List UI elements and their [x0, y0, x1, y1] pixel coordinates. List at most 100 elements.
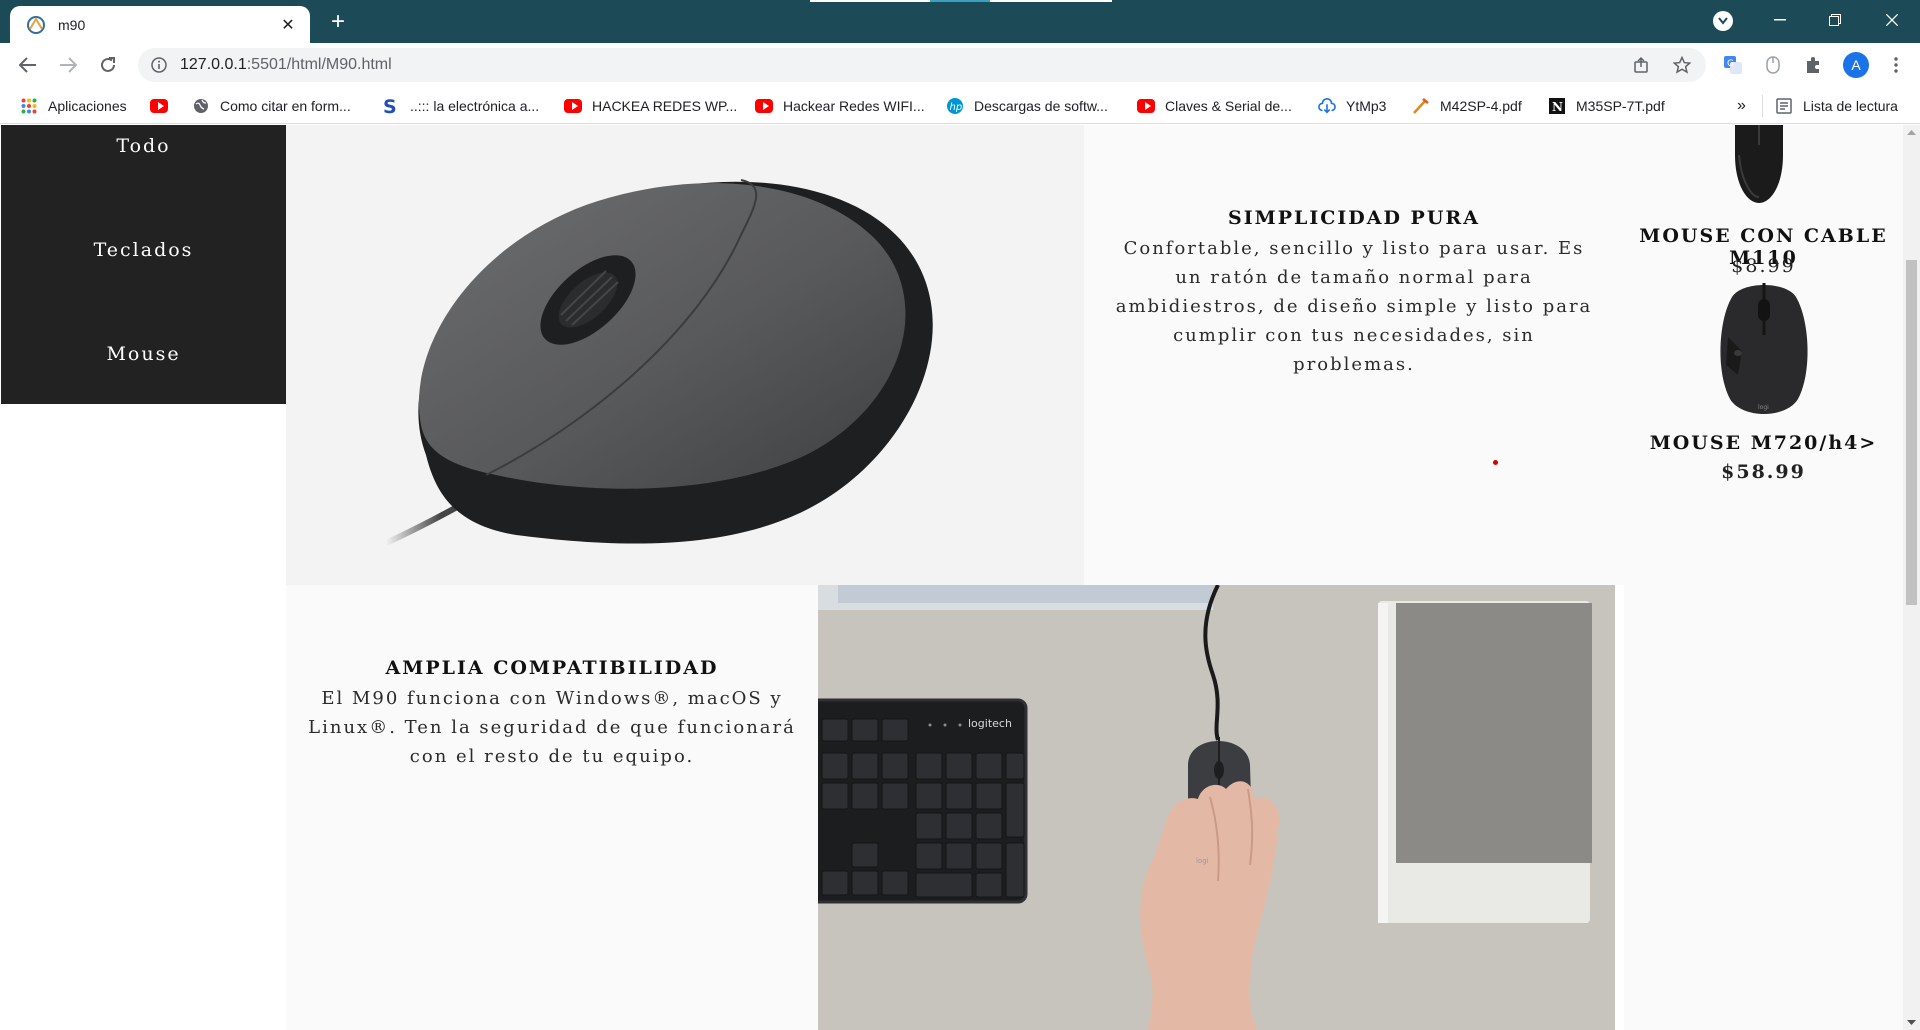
logi-mouse-mark: logi: [1196, 857, 1209, 865]
web-page: Todo Teclados Mouse SIMPLICIDAD PURA Con…: [0, 125, 1903, 1030]
vscode-live-icon: [26, 15, 46, 35]
feature-description: Confortable, sencillo y listo para usar.…: [1084, 234, 1624, 379]
category-sidebar: Todo Teclados Mouse: [1, 125, 286, 404]
notion-icon: N: [1548, 98, 1566, 114]
bookmark-apps[interactable]: Aplicaciones: [20, 95, 127, 117]
tab-drag-indicator-accent: [930, 0, 990, 2]
bookmark-label: Como citar en form...: [220, 98, 351, 114]
feature-line: con el resto de tu equipo.: [409, 746, 695, 767]
bookmark-descargas[interactable]: hp Descargas de softw...: [946, 95, 1108, 117]
pdf-tool-icon: [1412, 98, 1430, 114]
bookmark-label: M35SP-7T.pdf: [1576, 98, 1665, 114]
bookmark-label: ..::: la electrónica a...: [410, 98, 540, 114]
logitech-keyboard-logo: logitech: [968, 717, 1012, 730]
bookmark-label: Claves & Serial de...: [1165, 98, 1292, 114]
tab-drag-indicator-end: [990, 0, 1112, 2]
translate-extension-icon[interactable]: G: [1721, 53, 1745, 77]
minimize-window-icon[interactable]: [1760, 4, 1800, 36]
youtube-icon: [150, 98, 168, 114]
youtube-icon: [755, 98, 773, 114]
bookmarks-divider: [1762, 95, 1763, 117]
youtube-icon: [1137, 98, 1155, 114]
restore-window-icon[interactable]: [1815, 4, 1855, 36]
tab-title: m90: [58, 16, 86, 33]
profile-avatar[interactable]: A: [1843, 52, 1869, 78]
tab-strip: m90 ✕ +: [0, 0, 1920, 43]
close-tab-icon[interactable]: ✕: [278, 15, 298, 35]
feature-line: El M90 funciona con Windows®, macOS y: [321, 688, 783, 709]
sidebar-item-todo[interactable]: Todo: [1, 135, 286, 157]
feature-title: SIMPLICIDAD PURA: [1228, 207, 1480, 229]
mouse-m720-image[interactable]: logi: [1712, 277, 1816, 421]
back-icon[interactable]: [12, 49, 44, 81]
browser-tab[interactable]: m90 ✕: [10, 6, 310, 43]
url-host: 127.0.0.1: [180, 56, 247, 73]
svg-text:S: S: [383, 97, 397, 115]
feature-line: cumplir con tus necesidades, sin: [1173, 325, 1535, 346]
feature-description: El M90 funciona con Windows®, macOS y Li…: [286, 684, 818, 771]
feature-compatibilidad: AMPLIA COMPATIBILIDAD El M90 funciona co…: [286, 585, 818, 1030]
tab-drag-indicator: [810, 0, 930, 2]
feature-title: AMPLIA COMPATIBILIDAD: [385, 657, 719, 679]
reload-icon[interactable]: [92, 49, 124, 81]
tab-search-icon[interactable]: [1713, 11, 1733, 31]
bookmark-label: M42SP-4.pdf: [1440, 98, 1522, 114]
bookmark-citar[interactable]: Como citar en form...: [192, 95, 351, 117]
more-menu-icon[interactable]: [1884, 53, 1908, 77]
s-logo-icon: S: [382, 97, 400, 115]
page-scrollbar[interactable]: [1903, 125, 1920, 1030]
scrollbar-thumb[interactable]: [1906, 260, 1917, 605]
bookmark-star-icon[interactable]: [1672, 55, 1692, 75]
bookmark-ytmp3[interactable]: YtMp3: [1318, 95, 1386, 117]
mouse-m110-image[interactable]: [1729, 125, 1789, 205]
product-price: $58.99: [1721, 461, 1806, 483]
bookmark-hackea-redes[interactable]: HACKEA REDES WP...: [564, 95, 737, 117]
youtube-icon: [564, 98, 582, 114]
url-text: 127.0.0.1:5501/html/M90.html: [180, 56, 392, 74]
feature-line: problemas.: [1293, 354, 1415, 375]
hp-icon: hp: [946, 98, 964, 114]
bookmark-label: HACKEA REDES WP...: [592, 98, 738, 114]
new-tab-button[interactable]: +: [324, 9, 352, 37]
bookmarks-bar: Aplicaciones Como citar en form... S ..:…: [0, 87, 1920, 124]
sidebar-item-mouse[interactable]: Mouse: [1, 343, 286, 365]
site-info-icon[interactable]: [150, 56, 168, 74]
close-window-icon[interactable]: [1872, 4, 1912, 36]
reading-list-button[interactable]: Lista de lectura: [1775, 95, 1898, 117]
reading-list-label: Lista de lectura: [1803, 98, 1898, 114]
feature-line: Linux®. Ten la seguridad de que funciona…: [308, 717, 796, 738]
product-price: $8.99: [1731, 255, 1796, 277]
bookmark-claves[interactable]: Claves & Serial de...: [1137, 95, 1292, 117]
bookmark-electronica[interactable]: S ..::: la electrónica a...: [382, 95, 539, 117]
globe-icon: [192, 98, 210, 114]
sidebar-item-teclados[interactable]: Teclados: [1, 239, 286, 261]
bookmark-label: Aplicaciones: [48, 98, 127, 114]
bookmark-youtube[interactable]: [150, 95, 178, 117]
forward-icon[interactable]: [52, 49, 84, 81]
browser-toolbar: 127.0.0.1:5501/html/M90.html G A: [0, 43, 1920, 87]
desk-setup-image: logitech logi: [818, 585, 1615, 1030]
scroll-up-arrow-icon[interactable]: [1907, 128, 1916, 137]
product-name[interactable]: MOUSE M720/h4>: [1624, 432, 1903, 454]
related-products: MOUSE CON CABLE M110 $8.99 logi MOUSE M7…: [1624, 125, 1903, 1030]
feature-line: un ratón de tamaño normal para: [1175, 267, 1533, 288]
feature-line: Confortable, sencillo y listo para usar.…: [1123, 238, 1585, 259]
mouse-extension-icon[interactable]: [1761, 53, 1785, 77]
svg-text:hp: hp: [950, 102, 963, 113]
bookmark-m42sp[interactable]: M42SP-4.pdf: [1412, 95, 1522, 117]
bookmark-hackear-wifi[interactable]: Hackear Redes WIFI...: [755, 95, 925, 117]
bookmark-label: Hackear Redes WIFI...: [783, 98, 925, 114]
cloud-download-icon: [1318, 98, 1336, 114]
feature-simplicidad: SIMPLICIDAD PURA Confortable, sencillo y…: [1084, 125, 1624, 585]
reading-list-icon: [1775, 98, 1793, 114]
apps-grid-icon: [20, 98, 38, 114]
scroll-down-arrow-icon[interactable]: [1907, 1018, 1916, 1027]
svg-text:N: N: [1552, 100, 1563, 114]
share-icon[interactable]: [1632, 55, 1652, 75]
bookmark-label: Descargas de softw...: [974, 98, 1108, 114]
address-bar[interactable]: 127.0.0.1:5501/html/M90.html: [138, 48, 1706, 82]
url-path: :5501/html/M90.html: [246, 56, 392, 73]
bookmark-m35sp[interactable]: N M35SP-7T.pdf: [1548, 95, 1665, 117]
bookmarks-overflow-button[interactable]: »: [1737, 95, 1746, 117]
extensions-puzzle-icon[interactable]: [1801, 53, 1825, 77]
